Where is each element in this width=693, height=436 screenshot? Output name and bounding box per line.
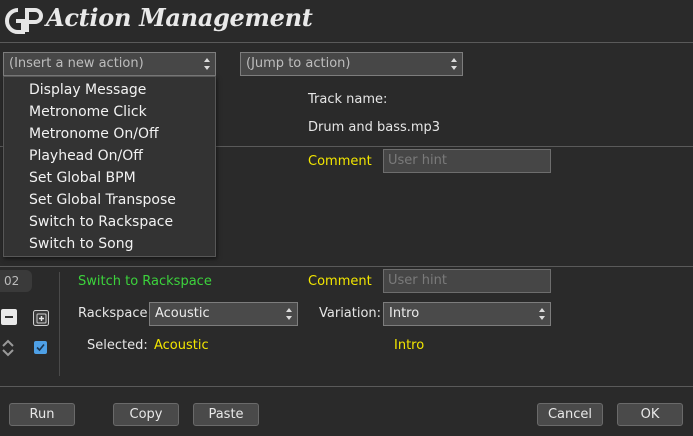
track-name-value: Drum and bass.mp3 bbox=[308, 120, 441, 135]
paste-button[interactable]: Paste bbox=[193, 403, 259, 426]
variation-label: Variation: bbox=[319, 306, 382, 321]
comment-label: Comment bbox=[308, 154, 372, 169]
comment-input[interactable]: User hint bbox=[383, 149, 551, 173]
ok-button[interactable]: OK bbox=[617, 403, 683, 426]
menu-item-metronome-click[interactable]: Metronome Click bbox=[29, 104, 147, 120]
track-name-label: Track name: bbox=[308, 92, 388, 107]
menu-item-playhead-on-off[interactable]: Playhead On/Off bbox=[29, 148, 143, 164]
action-index-tab[interactable]: 02 bbox=[0, 270, 32, 292]
rackspace-label: Rackspace: bbox=[78, 306, 152, 321]
action-enabled-checkbox[interactable] bbox=[34, 341, 47, 354]
variation-value: Intro bbox=[389, 306, 420, 321]
rackspace-value: Acoustic bbox=[155, 306, 210, 321]
menu-item-switch-to-song[interactable]: Switch to Song bbox=[29, 236, 133, 252]
add-action-button[interactable] bbox=[33, 310, 49, 326]
menu-item-metronome-on-off[interactable]: Metronome On/Off bbox=[29, 126, 159, 142]
move-updown-icon[interactable] bbox=[1, 339, 15, 357]
selected-rackspace: Acoustic bbox=[154, 338, 209, 353]
selected-variation: Intro bbox=[394, 338, 425, 353]
comment-input[interactable]: User hint bbox=[383, 269, 551, 293]
footer-divider bbox=[0, 386, 693, 387]
jump-to-action-dropdown[interactable]: (Jump to action) bbox=[240, 52, 463, 76]
action-type-label: Switch to Rackspace bbox=[78, 274, 212, 289]
insert-action-placeholder: (Insert a new action) bbox=[9, 56, 144, 71]
gig-performer-logo-icon bbox=[5, 8, 43, 34]
insert-action-dropdown[interactable]: (Insert a new action) bbox=[3, 52, 216, 76]
menu-item-switch-to-rackspace[interactable]: Switch to Rackspace bbox=[29, 214, 173, 230]
menu-item-set-global-bpm[interactable]: Set Global BPM bbox=[29, 170, 136, 186]
title-divider bbox=[0, 42, 693, 43]
row-separator bbox=[59, 272, 60, 376]
variation-dropdown[interactable]: Intro bbox=[383, 302, 551, 326]
insert-action-menu: Display Message Metronome Click Metronom… bbox=[3, 76, 216, 257]
window-title: Action Management bbox=[46, 3, 313, 32]
cancel-button[interactable]: Cancel bbox=[537, 403, 603, 426]
jump-action-placeholder: (Jump to action) bbox=[246, 56, 351, 71]
copy-button[interactable]: Copy bbox=[113, 403, 179, 426]
rackspace-dropdown[interactable]: Acoustic bbox=[149, 302, 298, 326]
menu-item-display-message[interactable]: Display Message bbox=[29, 82, 146, 98]
checkmark-icon bbox=[36, 343, 45, 352]
selected-label: Selected: bbox=[87, 338, 148, 353]
updown-arrows-icon bbox=[204, 58, 210, 70]
updown-arrows-icon bbox=[539, 308, 545, 320]
updown-arrows-icon bbox=[286, 308, 292, 320]
remove-action-button[interactable] bbox=[1, 309, 17, 325]
comment-label: Comment bbox=[308, 274, 372, 289]
run-button[interactable]: Run bbox=[9, 403, 75, 426]
title-bar: Action Management bbox=[0, 0, 693, 42]
action-divider bbox=[0, 266, 693, 267]
updown-arrows-icon bbox=[451, 58, 457, 70]
menu-item-set-global-transpose[interactable]: Set Global Transpose bbox=[29, 192, 176, 208]
